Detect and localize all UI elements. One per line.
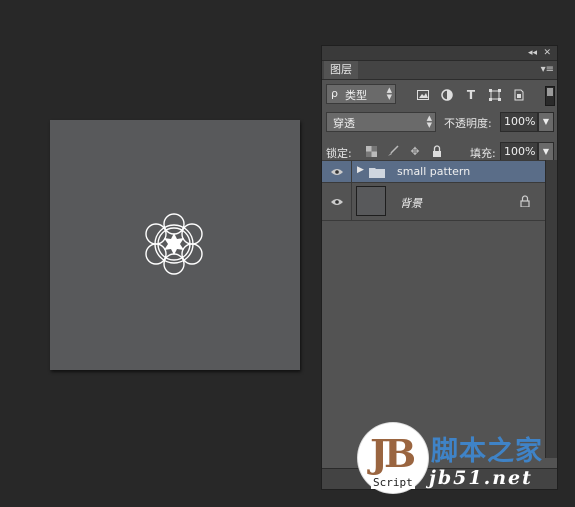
chevron-updown-icon: ▲ ▼ [386,86,392,101]
watermark-logo: JB Script [358,423,428,493]
visibility-toggle[interactable] [322,161,352,182]
shape-layer-filter-icon[interactable] [488,88,502,102]
adjustment-layer-filter-icon[interactable] [440,88,454,102]
layer-row-group[interactable]: ▶ small pattern [322,161,546,183]
filter-kind-select[interactable]: ρ 类型 ▲ ▼ [326,84,396,104]
layer-name[interactable]: 背景 [400,195,422,211]
logo-letters: JB [370,431,416,476]
layer-lock-icon [520,195,530,207]
smart-object-filter-icon[interactable] [512,88,526,102]
collapse-panel-icon[interactable]: ◂◂ [528,46,537,60]
eye-icon [331,169,343,175]
document-canvas[interactable] [50,120,300,370]
lock-label: 锁定: [326,147,352,160]
panel-title-bar: ◂◂ ✕ [322,46,557,61]
watermark-url: jb51.net [429,467,533,489]
visibility-toggle[interactable] [322,183,352,220]
fill-dropdown-icon[interactable]: ▼ [538,142,554,162]
fill-input[interactable]: 100% [500,142,538,162]
layer-list: ▶ small pattern 背景 [322,160,546,221]
blend-mode-select[interactable]: 穿透 ▲ ▼ [326,112,436,132]
lock-position-move-icon[interactable]: ✥ [408,144,422,158]
blend-mode-value: 穿透 [333,117,355,130]
opacity-dropdown-icon[interactable]: ▼ [538,112,554,132]
close-panel-icon[interactable]: ✕ [543,46,551,60]
layer-row-background[interactable]: 背景 [322,183,546,221]
opacity-input[interactable]: 100% [500,112,538,132]
layer-filter-row: ρ 类型 ▲ ▼ T [322,80,557,110]
search-icon: ρ [331,87,338,100]
logo-script-label: Script [371,476,415,489]
pattern-artwork [145,213,203,275]
filter-kind-label: 类型 [345,89,367,102]
layer-list-scrollbar[interactable] [545,160,557,458]
eye-icon [331,199,343,205]
watermark-site-name: 脚本之家 [431,436,543,467]
chevron-updown-icon: ▲ ▼ [426,114,432,129]
layer-thumbnail [356,186,386,216]
lock-all-icon[interactable] [430,144,444,158]
lock-image-brush-icon[interactable] [386,144,400,158]
tab-layers[interactable]: 图层 [324,61,358,79]
folder-icon [369,168,385,178]
blend-row: 穿透 ▲ ▼ 不透明度: 100% ▼ [322,110,557,138]
fill-label: 填充: [470,147,496,160]
site-watermark: JB Script 脚本之家 jb51.net [355,423,570,501]
expand-triangle-icon[interactable]: ▶ [357,165,364,175]
pixel-layer-filter-icon[interactable] [416,88,430,102]
panel-menu-icon[interactable]: ▾≡ [541,61,554,79]
panel-tab-bar: 图层 ▾≡ [322,61,557,80]
layer-name[interactable]: small pattern [397,165,470,178]
type-layer-filter-icon[interactable]: T [464,88,478,102]
opacity-label: 不透明度: [444,117,492,130]
filter-toggle-switch[interactable] [545,86,555,106]
lock-transparent-icon[interactable] [364,144,378,158]
